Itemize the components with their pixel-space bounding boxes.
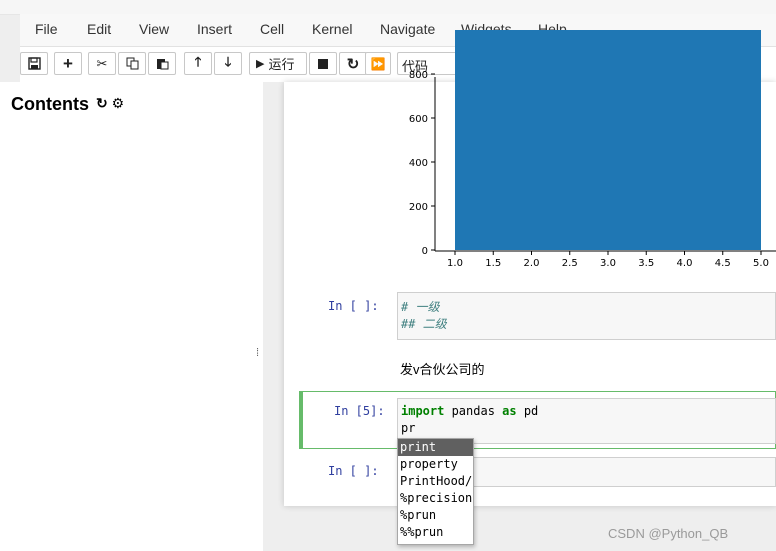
- cell-prompt: In [5]:: [334, 404, 385, 418]
- x-tick-label: 3.0: [600, 258, 616, 269]
- menu-file[interactable]: File: [35, 21, 58, 37]
- move-up-button[interactable]: 🡑: [184, 52, 212, 75]
- save-icon: [27, 57, 41, 70]
- save-button[interactable]: [20, 52, 48, 75]
- menu-navigate[interactable]: Navigate: [380, 21, 435, 37]
- insert-cell-button[interactable]: +: [54, 52, 82, 75]
- selected-cell-indicator: [299, 391, 303, 449]
- autocomplete-item[interactable]: %prun: [398, 507, 473, 524]
- notebook-container: 0 200 400 600 800 1.0 1.5 2.0 2.5 3.0 3.5 4.0 4.5 5.0…: [284, 30, 776, 506]
- x-tick-label: 1.0: [447, 258, 463, 269]
- code-cell-input[interactable]: # 一级 ## 二级: [397, 292, 776, 340]
- fast-forward-icon: ⏩: [370, 56, 386, 71]
- code-line: ## 二级: [401, 317, 447, 331]
- run-button[interactable]: ▶ 运行: [249, 52, 307, 75]
- histogram-bar: [455, 30, 761, 250]
- x-tick-label: 3.5: [638, 258, 654, 269]
- move-down-button[interactable]: 🡓: [214, 52, 242, 75]
- gear-icon[interactable]: ⚙: [112, 95, 125, 111]
- menu-view[interactable]: View: [139, 21, 169, 37]
- y-tick-label: 400: [409, 158, 428, 169]
- toc-controls: ↻ ⚙: [96, 95, 124, 112]
- autocomplete-dropdown: print property PrintHood/ %precision %pr…: [397, 438, 474, 545]
- restart-button[interactable]: ↻: [339, 52, 367, 75]
- menu-edit[interactable]: Edit: [87, 21, 111, 37]
- cell-prompt: In [ ]:: [328, 299, 379, 313]
- code-line: import pandas as pd: [401, 404, 539, 418]
- menu-kernel[interactable]: Kernel: [312, 21, 352, 37]
- autocomplete-item[interactable]: PrintHood/: [398, 473, 473, 490]
- y-tick-label: 200: [409, 202, 428, 213]
- x-tick-label: 1.5: [485, 258, 501, 269]
- histogram-chart: 0 200 400 600 800 1.0 1.5 2.0 2.5 3.0 3.5 4.0 4.5 5.0: [409, 30, 776, 269]
- x-tick-label: 2.5: [562, 258, 578, 269]
- x-tick-label: 4.5: [715, 258, 731, 269]
- copy-icon: [126, 57, 138, 70]
- arrow-up-icon: 🡑: [194, 53, 202, 69]
- paste-button[interactable]: [148, 52, 176, 75]
- autocomplete-item[interactable]: print: [398, 439, 473, 456]
- sidebar-resize-handle[interactable]: ⁞: [256, 347, 259, 359]
- stop-icon: [318, 58, 328, 69]
- code-line: pr: [401, 421, 416, 435]
- play-icon: ▶: [256, 58, 265, 70]
- refresh-icon[interactable]: ↻: [96, 95, 108, 111]
- y-tick-label: 800: [409, 70, 428, 81]
- arrow-down-icon: 🡓: [224, 53, 232, 69]
- markdown-text: 发v合伙公司的: [400, 362, 485, 377]
- browser-top-strip: [0, 0, 776, 15]
- watermark: CSDN @Python_QB: [608, 526, 729, 541]
- x-tick-label: 4.0: [677, 258, 693, 269]
- cut-button[interactable]: ✂: [88, 52, 116, 75]
- interrupt-button[interactable]: [309, 52, 337, 75]
- y-tick-label: 600: [409, 114, 428, 125]
- autocomplete-item[interactable]: %%prun: [398, 524, 473, 541]
- run-label: 运行: [268, 57, 295, 72]
- x-tick-label: 5.0: [753, 258, 769, 269]
- toc-sidebar: Contents ↻ ⚙: [0, 82, 263, 551]
- x-tick-label: 2.0: [524, 258, 540, 269]
- plus-icon: +: [63, 53, 73, 73]
- autocomplete-item[interactable]: %precision: [398, 490, 473, 507]
- code-line: # 一级: [401, 300, 440, 314]
- menu-cell[interactable]: Cell: [260, 21, 284, 37]
- copy-button[interactable]: [118, 52, 146, 75]
- menu-insert[interactable]: Insert: [197, 21, 232, 37]
- autocomplete-item[interactable]: property: [398, 456, 473, 473]
- cell-prompt: In [ ]:: [328, 464, 379, 478]
- restart-run-all-button[interactable]: ⏩: [365, 52, 391, 75]
- paste-icon: [156, 59, 168, 70]
- refresh-icon: ↻: [346, 55, 360, 73]
- scissors-icon: ✂: [96, 55, 108, 71]
- toc-title: Contents: [11, 94, 89, 114]
- y-tick-label: 0: [422, 246, 428, 257]
